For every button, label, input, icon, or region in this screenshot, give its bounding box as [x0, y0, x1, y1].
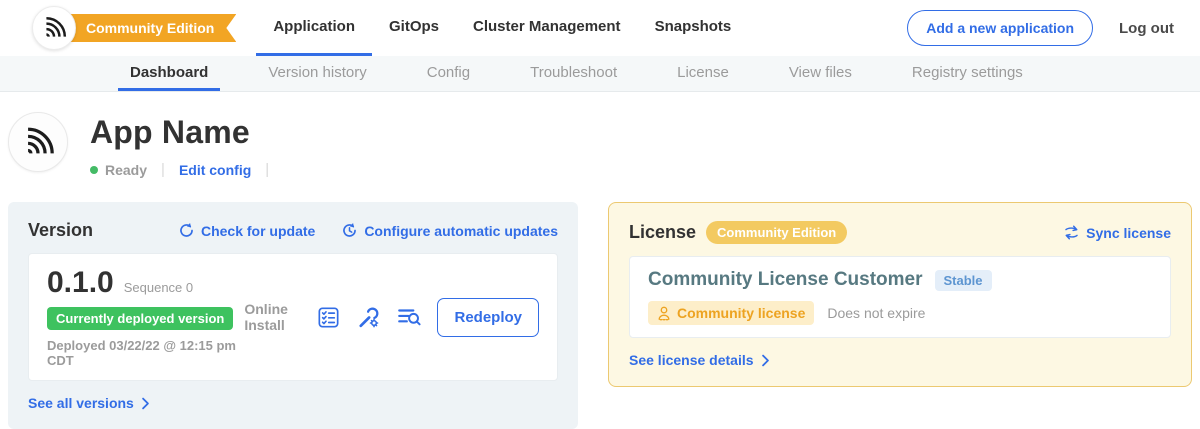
- status-text: Ready: [105, 162, 147, 178]
- replicated-mark-icon: [41, 15, 67, 41]
- tab-registry-settings[interactable]: Registry settings: [900, 56, 1035, 91]
- topnav-right: Add a new application Log out: [907, 0, 1200, 56]
- tab-dashboard[interactable]: Dashboard: [118, 56, 220, 91]
- nav-item-cluster-management[interactable]: Cluster Management: [456, 0, 638, 56]
- license-summary-box: Community License Customer Stable Commun…: [629, 256, 1171, 338]
- brand-area: Community Edition: [32, 0, 236, 56]
- license-type-badge: Community license: [648, 301, 814, 325]
- version-controls: Online Install: [244, 298, 539, 337]
- sequence-label: Sequence 0: [124, 280, 193, 295]
- current-version-box: 0.1.0 Sequence 0 Currently deployed vers…: [28, 253, 558, 381]
- app-header: App Name Ready | Edit config |: [0, 92, 1200, 196]
- tab-view-files[interactable]: View files: [777, 56, 864, 91]
- tab-config[interactable]: Config: [415, 56, 482, 91]
- community-edition-badge: Community Edition: [706, 221, 847, 244]
- app-avatar: [8, 112, 68, 172]
- version-card-header: Version Check for update: [28, 220, 558, 241]
- expiry-text: Does not expire: [827, 305, 925, 321]
- license-card-actions: Sync license: [1063, 224, 1171, 241]
- app-title-block: App Name Ready | Edit config |: [90, 112, 283, 178]
- channel-badge: Stable: [935, 270, 992, 291]
- chevron-right-icon: [761, 354, 770, 367]
- nav-item-gitops[interactable]: GitOps: [372, 0, 456, 56]
- see-all-versions-link[interactable]: See all versions: [28, 395, 150, 411]
- logs-magnifier-icon[interactable]: [396, 304, 422, 330]
- redeploy-button[interactable]: Redeploy: [437, 298, 539, 337]
- status-dot: [90, 166, 98, 174]
- install-type-label: Online Install: [244, 301, 299, 333]
- refresh-icon: [178, 222, 195, 239]
- nav-item-application[interactable]: Application: [256, 0, 372, 56]
- logout-button[interactable]: Log out: [1119, 20, 1174, 37]
- license-customer-row: Community License Customer Stable: [648, 269, 992, 291]
- currently-deployed-badge: Currently deployed version: [47, 307, 233, 330]
- divider: |: [161, 161, 165, 178]
- add-new-application-button[interactable]: Add a new application: [907, 10, 1093, 46]
- license-type-row: Community license Does not expire: [648, 301, 925, 325]
- nav-item-snapshots[interactable]: Snapshots: [638, 0, 749, 56]
- version-number-row: 0.1.0 Sequence 0: [47, 266, 244, 300]
- license-card-header: License Community Edition Sync license: [629, 221, 1171, 244]
- top-navbar: Community Edition Application GitOps Clu…: [0, 0, 1200, 56]
- check-for-update-link[interactable]: Check for update: [178, 222, 315, 239]
- community-edition-ribbon: Community Edition: [56, 14, 236, 42]
- configure-automatic-updates-link[interactable]: Configure automatic updates: [341, 222, 558, 239]
- person-icon: [657, 306, 671, 321]
- preflight-checks-icon[interactable]: [316, 305, 341, 330]
- license-card-title: License: [629, 222, 696, 243]
- app-logo-icon: [21, 125, 55, 159]
- primary-nav: Application GitOps Cluster Management Sn…: [256, 0, 748, 56]
- divider: |: [265, 161, 269, 178]
- chevron-right-icon: [141, 397, 150, 410]
- version-card-title: Version: [28, 220, 93, 241]
- sync-license-link[interactable]: Sync license: [1063, 224, 1171, 241]
- customer-name: Community License Customer: [648, 269, 923, 291]
- app-status-row: Ready | Edit config |: [90, 161, 283, 178]
- edit-config-link[interactable]: Edit config: [179, 162, 251, 178]
- version-number: 0.1.0: [47, 266, 114, 300]
- page-title: App Name: [90, 114, 283, 151]
- tab-version-history[interactable]: Version history: [256, 56, 378, 91]
- refresh-clock-icon: [341, 222, 358, 239]
- version-card: Version Check for update: [8, 202, 578, 429]
- replicated-logo: [32, 6, 76, 50]
- deployed-timestamp: Deployed 03/22/22 @ 12:15 pm CDT: [47, 338, 244, 368]
- wrench-gear-icon[interactable]: [356, 305, 381, 330]
- version-card-actions: Check for update Configure automatic upd…: [178, 222, 558, 239]
- tab-license[interactable]: License: [665, 56, 741, 91]
- version-info: 0.1.0 Sequence 0 Currently deployed vers…: [47, 266, 244, 368]
- license-card: License Community Edition Sync license: [608, 202, 1192, 387]
- dashboard-cards: Version Check for update: [0, 202, 1200, 429]
- tab-troubleshoot[interactable]: Troubleshoot: [518, 56, 629, 91]
- see-license-details-link[interactable]: See license details: [629, 352, 770, 368]
- sync-arrows-icon: [1063, 224, 1080, 241]
- app-subnav: Dashboard Version history Config Trouble…: [0, 56, 1200, 92]
